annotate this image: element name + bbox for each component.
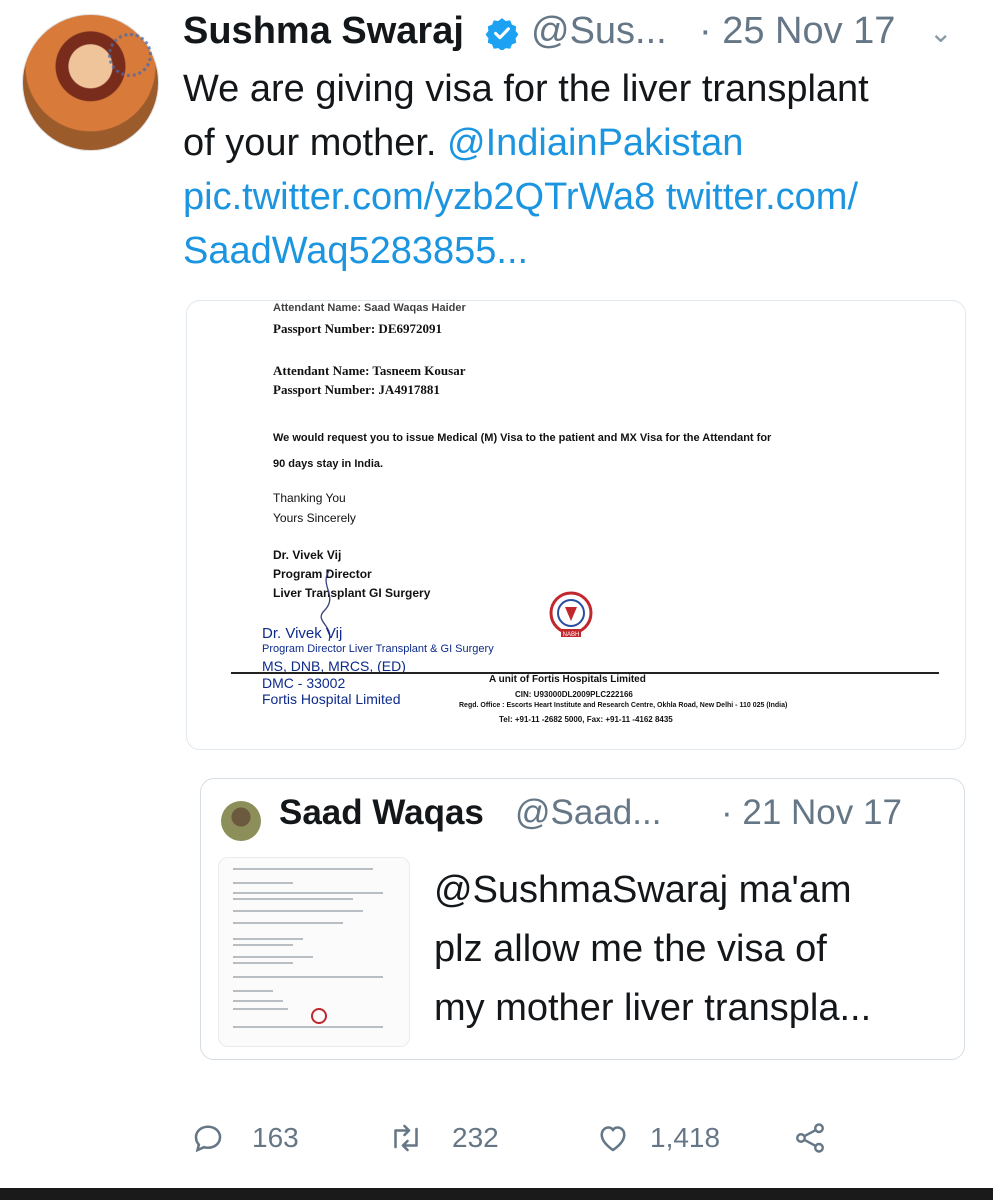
stamp-title: Program Director Liver Transplant & GI S…	[262, 643, 494, 655]
attached-document-image[interactable]: Attendant Name: Saad Waqas Haider Passpo…	[186, 300, 966, 750]
quoted-tweet[interactable]: Saad Waqas @Saad... · 21 Nov 17 @SushmaS…	[200, 778, 965, 1060]
footer-unit: A unit of Fortis Hospitals Limited	[489, 674, 646, 685]
quoted-author-avatar	[221, 801, 261, 841]
footer-regd-office: Regd. Office : Escorts Heart Institute a…	[459, 702, 788, 709]
tweet-text-line: We are giving visa for the liver transpl…	[183, 68, 869, 110]
footer-cin: CIN: U93000DL2009PLC222166	[515, 690, 633, 699]
quoted-author-name: Saad Waqas	[279, 793, 484, 832]
request-line-1: We would request you to issue Medical (M…	[273, 432, 772, 444]
seal-label: NABH	[563, 632, 580, 638]
attendant-name-2: Attendant Name: Tasneem Kousar	[273, 363, 466, 378]
passport-number-1: Passport Number: DE6972091	[273, 321, 442, 336]
quoted-author-handle: @Saad...	[515, 793, 662, 832]
pic-link[interactable]: pic.twitter.com/yzb2QTrWa8 twitter.com/	[183, 170, 973, 224]
tweet-header: Sushma Swaraj @Sus... · 25 Nov 17 ⌄	[183, 10, 973, 58]
bottom-edge-bar	[0, 1188, 993, 1200]
quoted-tweet-text: @SushmaSwaraj ma'am plz allow me the vis…	[434, 861, 944, 1038]
passport-number-2: Passport Number: JA4917881	[273, 382, 440, 397]
stamp-name: Dr. Vivek Vij	[262, 625, 343, 642]
quoted-text-line: @SushmaSwaraj ma'am	[434, 869, 852, 911]
stamp-dmc: DMC - 33002	[262, 675, 346, 691]
share-icon	[796, 1123, 824, 1153]
quoted-tweet-date: · 21 Nov 17	[721, 793, 902, 832]
signatory-name: Dr. Vivek Vij	[273, 548, 342, 562]
quoted-text-line: plz allow me the visa of	[434, 928, 827, 970]
retweet-count: 232	[452, 1122, 499, 1153]
request-line-2: 90 days stay in India.	[273, 458, 384, 470]
like-button[interactable]: 1,418	[594, 1112, 754, 1162]
reply-icon	[194, 1125, 222, 1153]
chevron-down-icon[interactable]: ⌄	[929, 16, 952, 49]
avatar-emblem	[108, 33, 152, 77]
nabh-seal-icon: NABH	[549, 591, 593, 638]
share-button[interactable]	[790, 1112, 830, 1162]
author-avatar[interactable]	[22, 14, 159, 151]
reply-count: 163	[252, 1122, 299, 1153]
footer-tel: Tel: +91-11 -2682 5000, Fax: +91-11 -416…	[499, 715, 673, 724]
yours-sincerely-text: Yours Sincerely	[273, 511, 356, 525]
document-cut-line: Attendant Name: Saad Waqas Haider	[273, 302, 466, 314]
quoted-text-line: my mother liver transpla...	[434, 987, 872, 1029]
tweet-actions: 163 232 1,418	[190, 1112, 930, 1162]
tweet-date[interactable]: · 25 Nov 17	[699, 10, 895, 53]
tweet-text-line: of your mother.	[183, 122, 437, 164]
retweet-button[interactable]: 232	[386, 1112, 526, 1162]
author-name[interactable]: Sushma Swaraj	[183, 10, 464, 53]
verified-icon	[485, 18, 519, 50]
like-count: 1,418	[650, 1122, 721, 1153]
tweet-text: We are giving visa for the liver transpl…	[183, 62, 973, 278]
stamp-hospital: Fortis Hospital Limited	[262, 691, 401, 707]
author-handle[interactable]: @Sus...	[531, 10, 667, 53]
thanking-text: Thanking You	[273, 491, 346, 505]
signatory-department: Liver Transplant GI Surgery	[273, 586, 431, 600]
mention-link[interactable]: @IndiainPakistan	[447, 122, 743, 164]
reply-button[interactable]: 163	[190, 1112, 310, 1162]
quoted-document-thumbnail	[218, 857, 410, 1047]
like-icon	[600, 1126, 626, 1152]
quoted-link[interactable]: SaadWaq5283855...	[183, 224, 973, 278]
retweet-icon	[394, 1124, 418, 1152]
